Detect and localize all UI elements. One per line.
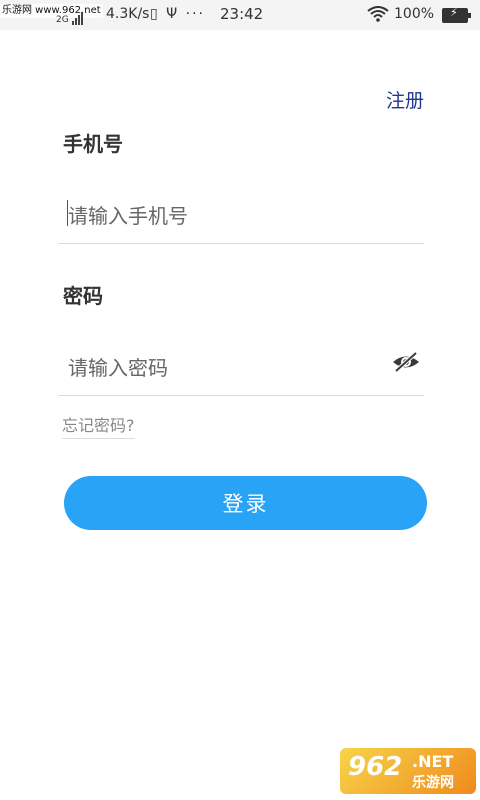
network-type: 2G — [56, 15, 69, 25]
network-speed: 4.3K/s — [106, 6, 150, 22]
watermark-site: 乐游网 — [412, 775, 454, 791]
wifi-icon — [367, 6, 389, 22]
status-bar: 乐游网 www.962.net 2G 4.3K/s ▯ Ψ ··· 23:42 … — [0, 0, 480, 30]
battery-icon: ⚡ — [442, 6, 471, 23]
forgot-password-link[interactable]: 忘记密码? — [62, 412, 135, 439]
watermark-number: 962 — [348, 752, 403, 782]
watermark-net: .NET — [412, 752, 454, 771]
signal-icon: 2G — [56, 12, 83, 25]
notification-icons: ▯ Ψ ··· — [150, 6, 205, 22]
register-link[interactable]: 注册 — [386, 86, 424, 113]
phone-label: 手机号 — [63, 132, 123, 156]
battery-percent: 100% — [394, 6, 435, 22]
clock: 23:42 — [220, 5, 264, 23]
password-label: 密码 — [63, 284, 103, 308]
password-input[interactable] — [58, 340, 424, 396]
phone-input[interactable] — [58, 188, 424, 244]
watermark-logo: 962 .NET 乐游网 — [340, 748, 476, 794]
watermark-text: 乐游网 www.962.net — [0, 4, 103, 18]
text-cursor — [67, 200, 68, 226]
hide-password-eye-icon[interactable] — [391, 350, 421, 374]
login-button[interactable]: 登录 — [64, 476, 427, 530]
